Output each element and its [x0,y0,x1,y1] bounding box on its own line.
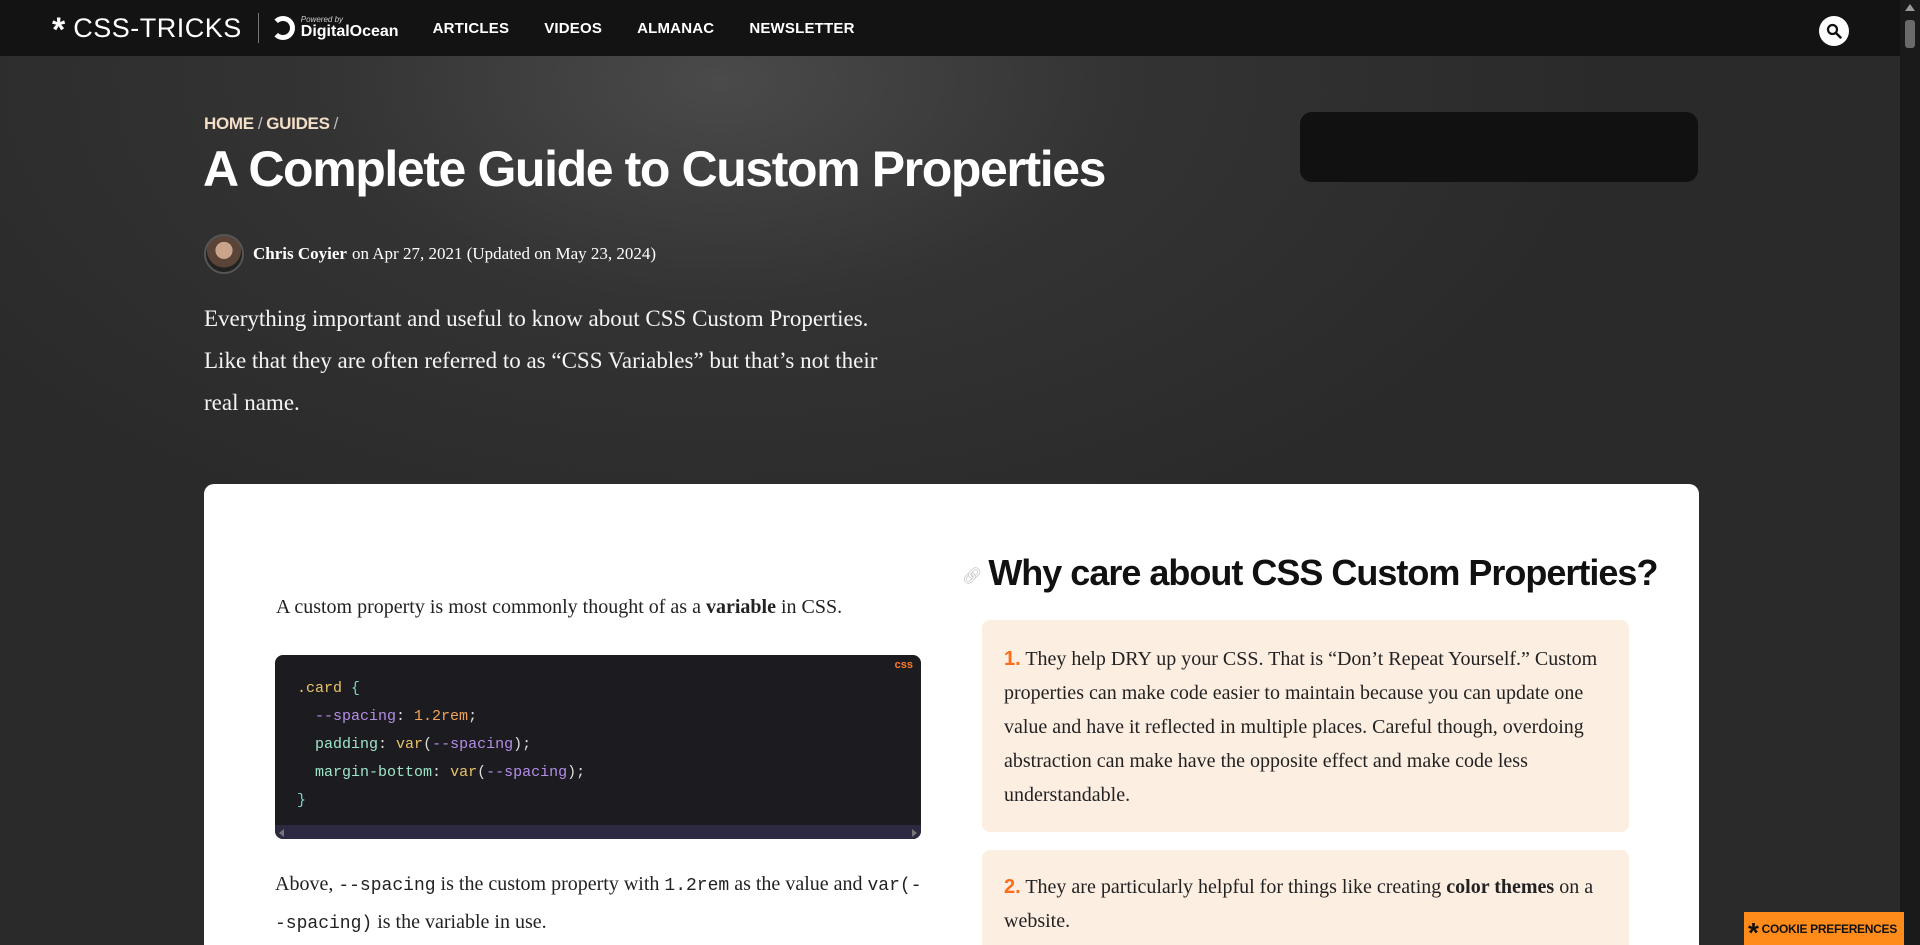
bold-text: variable [705,596,776,618]
page-scrollbar[interactable] [1900,0,1920,945]
text: Above, [275,873,334,895]
page-title: A Complete Guide to Custom Properties [203,141,1106,197]
code-scrollbar[interactable] [275,825,921,839]
inline-code: 1.2rem [664,876,730,896]
author-name[interactable]: Chris Coyier [253,244,347,264]
code-line: --spacing: 1.2rem; [315,708,478,725]
reason-number: 1. [1004,648,1021,670]
breadcrumb-separator: / [333,114,339,133]
code-line: .card { [297,675,899,703]
article-intro: Everything important and useful to know … [204,306,878,415]
top-nav: * CSS-TRICKS Powered by DigitalOcean ART… [0,0,1900,56]
nav-almanac[interactable]: ALMANAC [637,20,714,37]
paragraph-intro: A custom property is most commonly thoug… [276,596,842,619]
ad-placeholder[interactable] [1300,112,1698,182]
cookie-preferences-button[interactable]: * COOKIE PREFERENCES [1744,912,1904,945]
code-token: --spacing [486,764,568,781]
text: as the value and [734,873,863,895]
code-token: } [297,792,307,809]
scrollbar-thumb[interactable] [1905,20,1915,48]
section-heading-why: 🔗︎ Why care about CSS Custom Properties? [962,552,1658,594]
code-token: var [396,736,424,753]
digitalocean-link[interactable]: Powered by DigitalOcean [270,16,399,40]
main-nav: ARTICLES VIDEOS ALMANAC NEWSLETTER [433,20,890,37]
text: A custom property is most commonly thoug… [276,596,701,618]
text: in CSS. [780,596,843,618]
code-token: { [351,680,361,697]
code-block[interactable]: css .card { --spacing: 1.2rem; padding: … [275,655,921,839]
byline: Chris Coyier on Apr 27, 2021 (Updated on… [204,234,656,274]
nav-newsletter[interactable]: NEWSLETTER [749,20,854,37]
logo-text: CSS-TRICKS [73,12,242,43]
code-token: padding [315,736,379,753]
scroll-up-icon[interactable] [1905,4,1915,11]
publish-date: on Apr 27, 2021 (Updated on May 23, 2024… [351,244,657,263]
reason-callout-2: 2. They are particularly helpful for thi… [982,850,1629,945]
code-line: padding: var(--spacing); [315,736,532,753]
scroll-right-icon[interactable] [912,829,917,837]
code-line: margin-bottom: var(--spacing); [315,764,586,781]
search-button[interactable] [1819,16,1849,46]
code-line: } [297,787,899,815]
code-language-label: css [894,659,913,671]
site-logo[interactable]: * CSS-TRICKS [52,9,242,49]
code-token: --spacing [432,736,514,753]
article-body: A custom property is most commonly thoug… [204,484,1699,945]
code-token: .card [297,680,343,697]
digitalocean-icon [270,16,295,40]
code-token: 1.2rem [414,708,469,725]
scroll-left-icon[interactable] [279,829,284,837]
text: is the variable in use. [377,911,547,933]
sponsor-text: Powered by DigitalOcean [301,16,399,40]
author-avatar[interactable] [204,234,244,274]
paragraph-explanation: Above, --spacing is the custom property … [275,866,925,942]
breadcrumb-guides[interactable]: GUIDES [266,114,330,133]
sponsor-name: DigitalOcean [300,23,399,40]
breadcrumb: HOME / GUIDES / [204,114,342,134]
inline-code: --spacing [338,876,436,896]
cookie-label: COOKIE PREFERENCES [1761,921,1898,936]
reason-number: 2. [1004,876,1021,898]
code-token: --spacing [315,708,397,725]
nav-articles[interactable]: ARTICLES [433,20,510,37]
search-icon [1826,23,1842,39]
reason-text: They are particularly helpful for things… [1025,876,1442,898]
anchor-link-icon[interactable]: 🔗︎ [962,566,982,586]
nav-videos[interactable]: VIDEOS [544,20,602,37]
text: is the custom property with [440,873,660,895]
code-token: var [450,764,478,781]
asterisk-icon: * [1748,916,1759,945]
reason-text: They help DRY up your CSS. That is “Don’… [1004,648,1598,806]
logo-divider [257,13,259,43]
asterisk-logo-icon: * [52,11,66,49]
breadcrumb-separator: / [257,114,263,133]
code-token: margin-bottom [315,764,433,781]
breadcrumb-home[interactable]: HOME [204,114,254,133]
bold-text: color themes [1446,876,1555,898]
reason-callout-1: 1. They help DRY up your CSS. That is “D… [982,620,1629,832]
section-title: Why care about CSS Custom Properties? [988,552,1658,593]
